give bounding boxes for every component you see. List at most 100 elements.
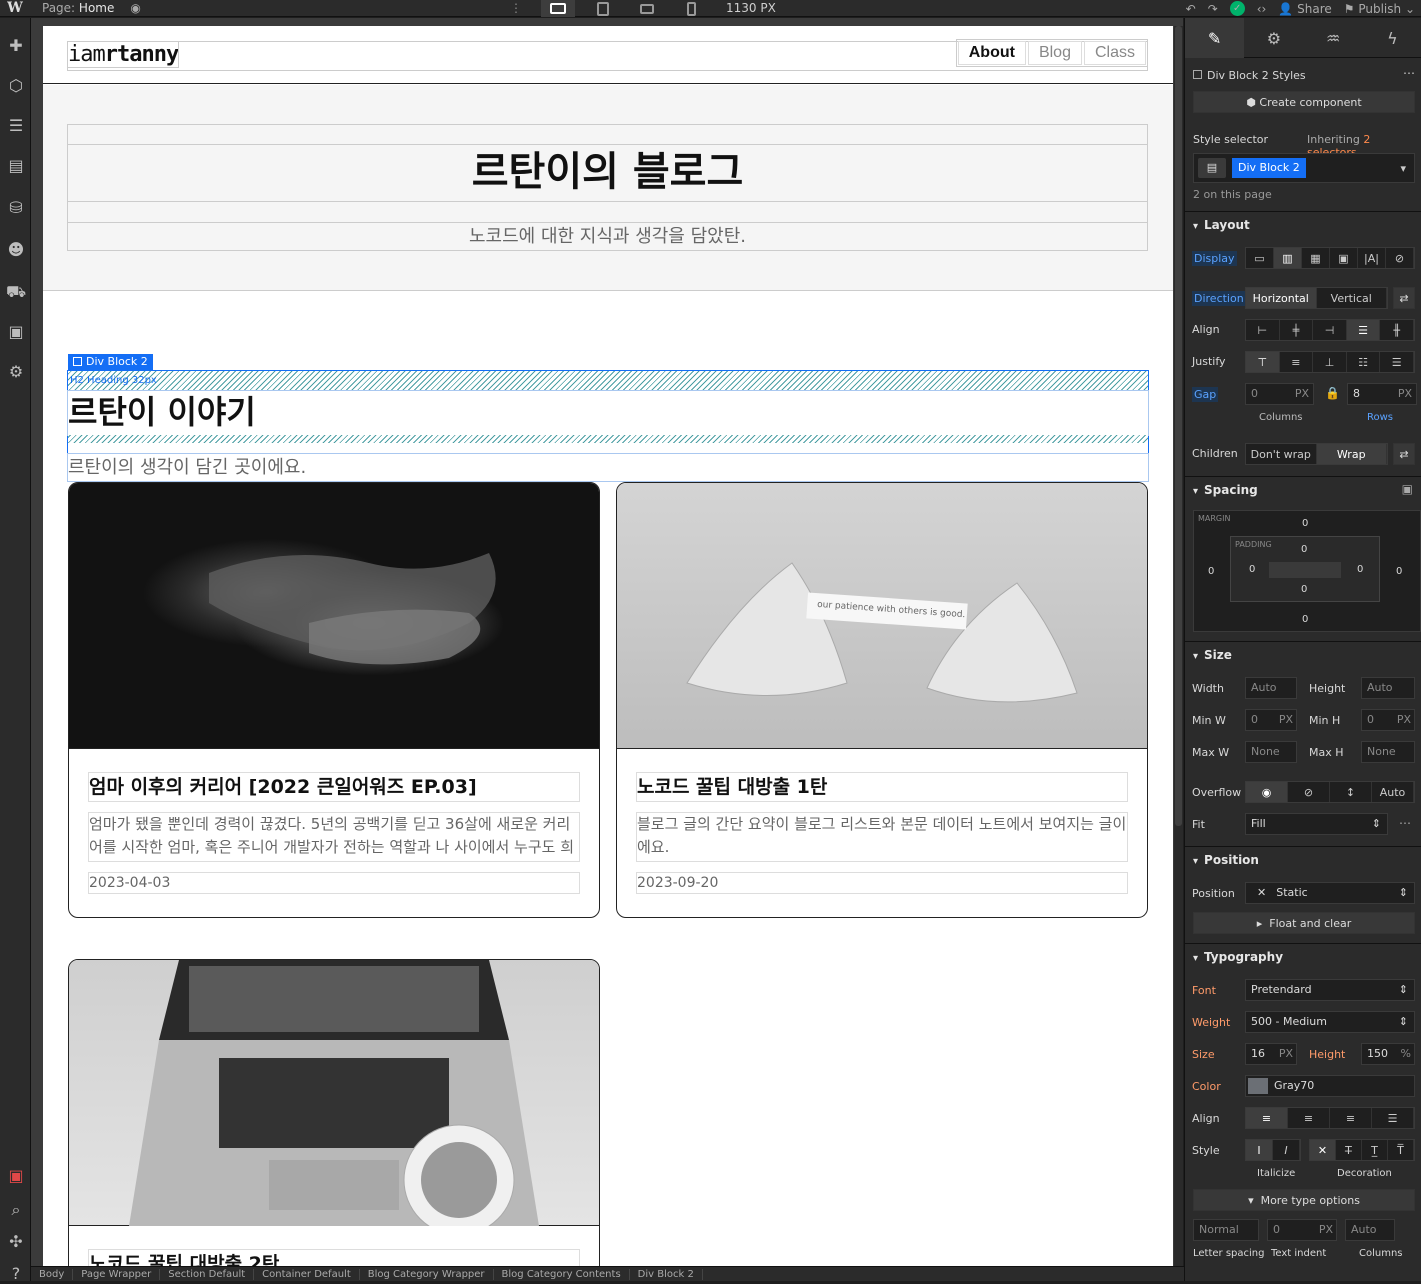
spacing-toggle-icon[interactable]: ▣	[1402, 482, 1413, 496]
search-icon[interactable]: ⌕	[6, 1200, 26, 1220]
letter-spacing-input[interactable]: Normal	[1193, 1219, 1259, 1241]
style-brush-icon[interactable]: ✎	[1185, 18, 1245, 58]
breadcrumb-item[interactable]: Container Default	[254, 1268, 360, 1280]
text-indent-input[interactable]: 0 PX	[1267, 1219, 1337, 1241]
selector-chip[interactable]: Div Block 2	[1232, 158, 1306, 178]
tablet-breakpoint-icon[interactable]	[586, 0, 620, 17]
breadcrumb-item[interactable]: Blog Category Contents	[494, 1268, 630, 1280]
wrap-option[interactable]: Wrap	[1316, 444, 1387, 464]
hero-subtitle[interactable]: 노코드에 대한 지식과 생각을 담았탄.	[67, 222, 1148, 251]
gap-columns-input[interactable]: 0 PX	[1245, 383, 1314, 405]
float-clear-button[interactable]: ▸ Float and clear	[1193, 912, 1415, 934]
style-manager-drops-icon[interactable]: ♒	[1304, 18, 1363, 58]
nav-link-class[interactable]: Class	[1083, 41, 1147, 65]
undo-icon[interactable]: ↶	[1186, 2, 1196, 16]
settings-gear-icon[interactable]: ⚙	[6, 362, 26, 382]
apps-icon[interactable]: ✣	[6, 1232, 26, 1252]
max-height-input[interactable]: None	[1361, 741, 1415, 763]
max-width-input[interactable]: None	[1245, 741, 1297, 763]
padding-bottom-value[interactable]: 0	[1301, 584, 1307, 595]
dont-wrap-option[interactable]: Don't wrap	[1246, 444, 1317, 464]
justify-around-icon[interactable]: ☰	[1380, 352, 1414, 372]
more-type-options-button[interactable]: ▾ More type options	[1193, 1189, 1415, 1211]
phone-breakpoint-icon[interactable]	[674, 0, 708, 17]
design-canvas[interactable]: iamrtanny About Blog Class 르탄이의 블로그 노코드에…	[43, 26, 1173, 1266]
direction-vertical[interactable]: Vertical	[1317, 288, 1387, 308]
align-end-icon[interactable]: ⊣	[1313, 320, 1347, 340]
add-elements-icon[interactable]: ✚	[6, 36, 26, 56]
padding-right-value[interactable]: 0	[1357, 564, 1363, 575]
width-input[interactable]: Auto	[1245, 677, 1297, 699]
size-section-header[interactable]: Size	[1185, 641, 1421, 667]
align-center-text-icon[interactable]: ≡	[1288, 1108, 1330, 1128]
preview-eye-icon[interactable]: ◉	[130, 1, 140, 15]
position-section-header[interactable]: Position	[1185, 846, 1421, 872]
breadcrumb-item[interactable]: Section Default	[160, 1268, 255, 1280]
publish-button[interactable]: ⚑ Publish ⌄	[1344, 2, 1415, 16]
display-none-icon[interactable]: ⊘	[1386, 248, 1414, 268]
blog-card[interactable]: 노코드 꿀팁 대방출 2탄	[68, 959, 600, 1266]
card-title[interactable]: 노코드 꿀팁 대방출 2탄	[88, 1249, 580, 1266]
chevron-down-icon[interactable]: ▾	[1400, 159, 1406, 179]
direction-horizontal[interactable]: Horizontal	[1246, 288, 1317, 308]
color-swatch[interactable]	[1248, 1078, 1268, 1094]
padding-left-value[interactable]: 0	[1249, 564, 1255, 575]
overflow-auto-option[interactable]: Auto	[1372, 782, 1414, 802]
desktop-breakpoint-icon[interactable]	[541, 0, 575, 17]
nav-link-blog[interactable]: Blog	[1027, 41, 1082, 65]
margin-bottom-value[interactable]: 0	[1302, 614, 1308, 625]
share-button[interactable]: 👤 Share	[1278, 2, 1331, 16]
margin-right-value[interactable]: 0	[1396, 566, 1402, 577]
interactions-bolt-icon[interactable]: ϟ	[1363, 18, 1421, 58]
nav-link-about[interactable]: About	[957, 41, 1026, 65]
no-decoration-icon[interactable]: ✕	[1310, 1140, 1336, 1160]
overflow-scroll-icon[interactable]: ↕	[1330, 782, 1372, 802]
section-subtitle[interactable]: 르탄이의 생각이 담긴 곳이에요.	[67, 453, 1149, 482]
display-block-icon[interactable]: ▭	[1246, 248, 1274, 268]
align-baseline-icon[interactable]: ╫	[1380, 320, 1414, 340]
color-input[interactable]: Gray70	[1245, 1075, 1415, 1097]
padding-top-value[interactable]: 0	[1301, 544, 1307, 555]
line-height-input[interactable]: 150%	[1361, 1043, 1415, 1065]
layout-section-header[interactable]: Layout	[1185, 211, 1421, 237]
margin-left-value[interactable]: 0	[1208, 566, 1214, 577]
users-icon[interactable]: ☻	[6, 240, 26, 260]
min-width-input[interactable]: 0 PX	[1245, 709, 1297, 731]
blog-card[interactable]: 엄마 이후의 커리어 [2022 큰일어워즈 EP.03] 엄마가 됐을 뿐인데…	[68, 482, 600, 918]
cms-icon[interactable]: ⛁	[6, 198, 26, 218]
section-heading[interactable]: 르탄이 이야기	[67, 390, 1149, 436]
justify-center-icon[interactable]: ≡	[1280, 352, 1314, 372]
status-check-icon[interactable]: ✓	[1229, 1, 1245, 16]
justify-start-icon[interactable]: ⊤	[1246, 352, 1280, 372]
selected-element-tag[interactable]: Div Block 2	[68, 354, 153, 370]
code-icon[interactable]: ‹›	[1257, 2, 1267, 16]
margin-top-value[interactable]: 0	[1302, 518, 1308, 529]
pages-icon[interactable]: ▤	[6, 156, 26, 176]
justify-between-icon[interactable]: ☷	[1347, 352, 1381, 372]
landscape-breakpoint-icon[interactable]	[630, 0, 664, 17]
card-title[interactable]: 노코드 꿀팁 대방출 1탄	[636, 772, 1128, 802]
overflow-visible-eye-icon[interactable]: ◉	[1246, 782, 1288, 802]
hero-title[interactable]: 르탄이의 블로그	[67, 144, 1148, 202]
spacing-section-header[interactable]: Spacing	[1185, 476, 1421, 502]
canvas-scrollbar[interactable]	[1174, 26, 1183, 1266]
align-center-icon[interactable]: ╪	[1280, 320, 1314, 340]
font-select[interactable]: Pretendard ⇕	[1245, 979, 1415, 1001]
breadcrumb-item[interactable]: Blog Category Wrapper	[360, 1268, 494, 1280]
navigator-icon[interactable]: ☰	[6, 116, 26, 136]
components-icon[interactable]: ⬡	[6, 76, 26, 96]
blog-card[interactable]: our patience with others is good. 노코드 꿀팁…	[616, 482, 1148, 918]
more-options-icon[interactable]: ⋯	[1403, 66, 1415, 80]
redo-icon[interactable]: ↷	[1208, 2, 1218, 16]
div-block-2-selected[interactable]: H2 Heading 32px 르탄이 이야기 르탄이의 생각이 담긴 곳이에요…	[67, 370, 1149, 482]
page-selector[interactable]: Page: Home	[42, 1, 114, 15]
display-flex-icon[interactable]: ▥	[1274, 248, 1302, 268]
underline-icon[interactable]: T̲	[1362, 1140, 1388, 1160]
fit-select[interactable]: Fill ⇕	[1245, 813, 1388, 835]
more-dots-icon[interactable]: ⋮	[510, 1, 522, 15]
overline-icon[interactable]: T̅	[1388, 1140, 1414, 1160]
font-size-input[interactable]: 16 PX	[1245, 1043, 1297, 1065]
breadcrumb-item[interactable]: Body	[31, 1268, 74, 1280]
overflow-hidden-icon[interactable]: ⊘	[1288, 782, 1330, 802]
weight-select[interactable]: 500 - Medium ⇕	[1245, 1011, 1415, 1033]
